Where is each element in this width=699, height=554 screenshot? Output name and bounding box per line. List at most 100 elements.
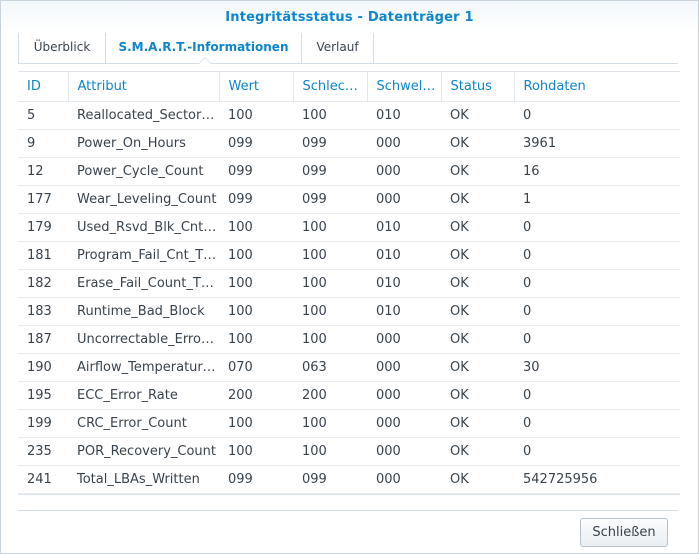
cell-id: 9 [18,129,68,158]
table-header-row: ID Attribut Wert Schlec… Schwel… Status Rohdat… [18,72,680,102]
cell-threshold: 000 [367,129,441,158]
cell-id: 195 [18,381,68,410]
cell-status: OK [441,437,514,466]
cell-status: OK [441,381,514,410]
cell-value: 099 [219,157,293,186]
cell-raw-data: 0 [514,297,680,326]
cell-attribute: POR_Recovery_Count [68,437,219,466]
cell-status: OK [441,297,514,326]
table-row[interactable]: 177 Wear_Leveling_Count 099 099 000 OK 1 [18,185,680,214]
table-row[interactable]: 235 POR_Recovery_Count 100 100 000 OK 0 [18,437,680,466]
cell-value: 100 [219,437,293,466]
column-header-value[interactable]: Wert [219,72,294,102]
cell-value: 100 [219,101,293,130]
column-header-id[interactable]: ID [18,72,69,102]
cell-value: 100 [219,213,293,242]
cell-raw-data: 0 [514,213,680,242]
cell-raw-data: 0 [514,437,680,466]
table-body: 5 Reallocated_Sector_… 100 100 010 OK 0 9 Power_… [18,101,680,494]
tab-history[interactable]: Verlauf [302,33,374,63]
cell-threshold: 010 [367,241,441,270]
cell-raw-data: 1 [514,185,680,214]
cell-worst: 100 [293,213,367,242]
cell-status: OK [441,409,514,438]
cell-worst: 200 [293,381,367,410]
cell-value: 100 [219,269,293,298]
tab-overview[interactable]: Überblick [18,33,106,63]
cell-value: 070 [219,353,293,382]
cell-worst: 100 [293,437,367,466]
table-row[interactable]: 183 Runtime_Bad_Block 100 100 010 OK 0 [18,297,680,326]
cell-value: 099 [219,129,293,158]
cell-worst: 100 [293,297,367,326]
cell-threshold: 000 [367,353,441,382]
cell-raw-data: 0 [514,269,680,298]
cell-worst: 099 [293,465,367,494]
table-row[interactable]: 182 Erase_Fail_Count_T… 100 100 010 OK 0 [18,269,680,298]
tab-history-label: Verlauf [316,40,359,54]
cell-attribute: Total_LBAs_Written [68,465,219,494]
cell-raw-data: 0 [514,409,680,438]
cell-attribute: Used_Rsvd_Blk_Cnt… [68,213,219,242]
cell-value: 099 [219,465,293,494]
cell-worst: 099 [293,185,367,214]
smart-attributes-table: ID Attribut Wert Schlec… Schwel… Status Rohdat… [18,71,680,495]
column-header-raw-data[interactable]: Rohdaten [514,72,680,102]
column-header-threshold[interactable]: Schwel… [367,72,442,102]
cell-raw-data: 542725956 [514,465,680,494]
cell-raw-data: 16 [514,157,680,186]
cell-attribute: Airflow_Temperature… [68,353,219,382]
cell-attribute: Program_Fail_Cnt_T… [68,241,219,270]
cell-status: OK [441,129,514,158]
cell-value: 099 [219,185,293,214]
table-row[interactable]: 195 ECC_Error_Rate 200 200 000 OK 0 [18,381,680,410]
cell-id: 179 [18,213,68,242]
table-row[interactable]: 5 Reallocated_Sector_… 100 100 010 OK 0 [18,101,680,130]
table-row[interactable]: 9 Power_On_Hours 099 099 000 OK 3961 [18,129,680,158]
table-row[interactable]: 241 Total_LBAs_Written 099 099 000 OK 54272595… [18,465,680,494]
cell-status: OK [441,269,514,298]
column-header-status[interactable]: Status [441,72,515,102]
table-row[interactable]: 179 Used_Rsvd_Blk_Cnt… 100 100 010 OK 0 [18,213,680,242]
dialog-title: Integritätsstatus - Datenträger 1 [225,10,474,25]
column-header-worst[interactable]: Schlec… [293,72,368,102]
cell-attribute: ECC_Error_Rate [68,381,219,410]
cell-status: OK [441,101,514,130]
cell-threshold: 010 [367,269,441,298]
cell-threshold: 000 [367,437,441,466]
cell-attribute: Wear_Leveling_Count [68,185,219,214]
cell-id: 177 [18,185,68,214]
cell-raw-data: 0 [514,101,680,130]
cell-value: 100 [219,297,293,326]
cell-id: 5 [18,101,68,130]
cell-attribute: Power_Cycle_Count [68,157,219,186]
table-row[interactable]: 12 Power_Cycle_Count 099 099 000 OK 16 [18,157,680,186]
cell-worst: 100 [293,101,367,130]
table-row[interactable]: 181 Program_Fail_Cnt_T… 100 100 010 OK 0 [18,241,680,270]
cell-raw-data: 0 [514,241,680,270]
cell-raw-data: 3961 [514,129,680,158]
table-row[interactable]: 199 CRC_Error_Count 100 100 000 OK 0 [18,409,680,438]
cell-worst: 100 [293,269,367,298]
cell-raw-data: 0 [514,381,680,410]
cell-attribute: Power_On_Hours [68,129,219,158]
cell-value: 100 [219,241,293,270]
table-row[interactable]: 187 Uncorrectable_Error… 100 100 000 OK 0 [18,325,680,354]
cell-worst: 100 [293,325,367,354]
cell-id: 183 [18,297,68,326]
cell-worst: 099 [293,129,367,158]
tab-bar: Überblick S.M.A.R.T.-Informationen Verla… [18,33,678,64]
cell-worst: 099 [293,157,367,186]
cell-attribute: CRC_Error_Count [68,409,219,438]
cell-threshold: 000 [367,409,441,438]
cell-attribute: Runtime_Bad_Block [68,297,219,326]
cell-id: 12 [18,157,68,186]
cell-status: OK [441,157,514,186]
cell-threshold: 000 [367,325,441,354]
cell-attribute: Erase_Fail_Count_T… [68,269,219,298]
close-button[interactable]: Schließen [580,518,668,547]
cell-id: 241 [18,465,68,494]
table-row[interactable]: 190 Airflow_Temperature… 070 063 000 OK 30 [18,353,680,382]
column-header-attribute[interactable]: Attribut [68,72,220,102]
cell-value: 100 [219,325,293,354]
